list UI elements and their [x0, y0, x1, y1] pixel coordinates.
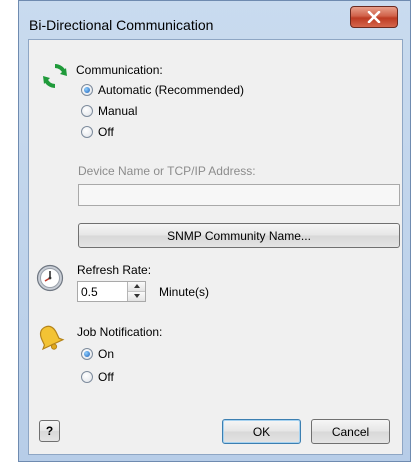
- arrow-up-icon: [133, 284, 140, 289]
- communication-label: Communication:: [76, 63, 163, 77]
- title-bar[interactable]: Bi-Directional Communication: [19, 1, 410, 39]
- ok-button[interactable]: OK: [222, 419, 301, 444]
- dialog-window: Bi-Directional Communication Communicati…: [18, 0, 411, 462]
- help-icon: ?: [45, 424, 54, 438]
- stepper-up-button[interactable]: [128, 282, 145, 292]
- ok-button-label: OK: [252, 424, 271, 439]
- refresh-unit-label: Minute(s): [159, 285, 210, 299]
- radio-button[interactable]: [81, 126, 93, 138]
- radio-button[interactable]: [81, 84, 93, 96]
- window-title: Bi-Directional Communication: [29, 17, 214, 33]
- snmp-button-label: SNMP Community Name...: [167, 228, 311, 243]
- job-notification-label: Job Notification:: [77, 325, 163, 339]
- stepper-down-button[interactable]: [128, 291, 145, 301]
- radio-label: Manual: [98, 104, 138, 118]
- cancel-button-label: Cancel: [331, 424, 370, 439]
- radio-button[interactable]: [81, 105, 93, 117]
- radio-label: Off: [98, 125, 114, 139]
- close-icon: [367, 11, 381, 23]
- help-button[interactable]: ?: [39, 420, 60, 442]
- stepper-buttons: [127, 282, 145, 301]
- radio-label: Off: [98, 370, 114, 384]
- radio-label: On: [98, 347, 115, 361]
- radio-button[interactable]: [81, 348, 93, 360]
- radio-communication-off[interactable]: Off: [81, 125, 114, 139]
- close-button[interactable]: [350, 6, 398, 28]
- snmp-community-name-button[interactable]: SNMP Community Name...: [78, 223, 400, 248]
- refresh-rate-stepper[interactable]: 0.5: [77, 281, 146, 302]
- radio-communication-automatic[interactable]: Automatic (Recommended): [81, 83, 244, 97]
- radio-notification-off[interactable]: Off: [81, 370, 114, 384]
- bell-icon: [39, 325, 65, 351]
- device-address-label: Device Name or TCP/IP Address:: [78, 164, 256, 178]
- radio-label: Automatic (Recommended): [98, 83, 245, 97]
- dialog-client-area: Communication: Automatic (Recommended) M…: [28, 39, 403, 455]
- arrow-down-icon: [133, 294, 140, 299]
- refresh-icon: [43, 64, 67, 88]
- refresh-rate-label: Refresh Rate:: [77, 263, 152, 277]
- refresh-rate-value[interactable]: 0.5: [81, 285, 98, 299]
- radio-communication-manual[interactable]: Manual: [81, 104, 137, 118]
- clock-icon: [36, 264, 64, 292]
- radio-notification-on[interactable]: On: [81, 347, 114, 361]
- cancel-button[interactable]: Cancel: [311, 419, 390, 444]
- device-address-input[interactable]: [78, 184, 400, 206]
- radio-button[interactable]: [81, 371, 93, 383]
